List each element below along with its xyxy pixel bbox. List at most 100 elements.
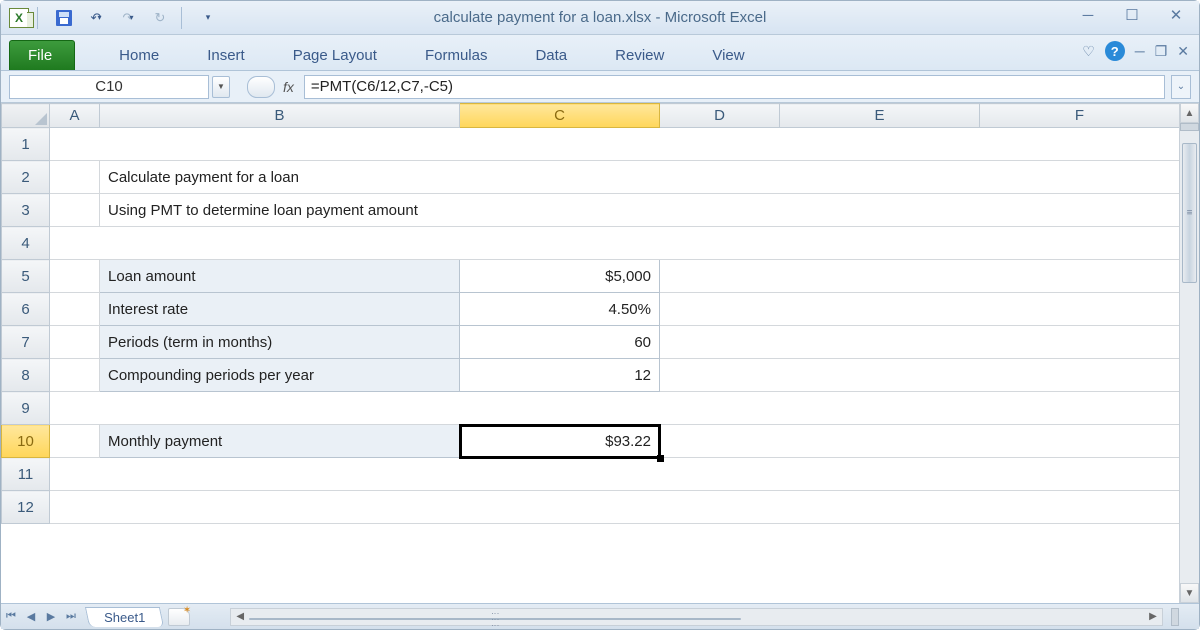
cell[interactable] bbox=[660, 425, 1180, 458]
maximize-button[interactable]: ☐ bbox=[1119, 5, 1145, 25]
scroll-down-button[interactable]: ▼ bbox=[1180, 583, 1199, 603]
scroll-left-button[interactable]: ◀ bbox=[231, 611, 249, 622]
workbook-minimize-button[interactable]: ─ bbox=[1135, 43, 1145, 59]
row-header-7[interactable]: 7 bbox=[2, 326, 50, 359]
minimize-button[interactable]: ─ bbox=[1075, 5, 1101, 25]
cell-value[interactable]: 4.50% bbox=[460, 293, 660, 326]
prev-sheet-button[interactable]: ◀ bbox=[21, 607, 41, 627]
cell-label[interactable]: Monthly payment bbox=[100, 425, 460, 458]
vertical-split-handle[interactable] bbox=[1180, 123, 1199, 131]
expand-formula-bar-button[interactable]: ⌄ bbox=[1171, 75, 1191, 99]
repeat-button[interactable]: ↻ bbox=[147, 6, 173, 30]
row-header-3[interactable]: 3 bbox=[2, 194, 50, 227]
cell-label[interactable]: Periods (term in months) bbox=[100, 326, 460, 359]
row-header-6[interactable]: 6 bbox=[2, 293, 50, 326]
name-box[interactable]: C10 ▼ bbox=[9, 75, 209, 99]
first-sheet-button[interactable]: ⏮ bbox=[1, 607, 21, 627]
horizontal-scrollbar[interactable]: ◀ ▶ bbox=[230, 608, 1163, 626]
col-header-C[interactable]: C bbox=[460, 104, 660, 128]
chevron-down-icon: ▾ bbox=[129, 13, 133, 22]
cell[interactable] bbox=[50, 161, 100, 194]
cell-label[interactable]: Compounding periods per year bbox=[100, 359, 460, 392]
ribbon: File Home Insert Page Layout Formulas Da… bbox=[1, 35, 1199, 71]
cancel-formula-button[interactable] bbox=[247, 76, 275, 98]
tab-view[interactable]: View bbox=[698, 41, 758, 70]
horizontal-scroll-thumb[interactable] bbox=[249, 618, 741, 620]
cell[interactable] bbox=[50, 425, 100, 458]
cell[interactable] bbox=[50, 260, 100, 293]
name-box-value: C10 bbox=[95, 78, 123, 95]
cell[interactable] bbox=[50, 128, 1180, 161]
cell[interactable] bbox=[50, 194, 100, 227]
redo-button[interactable]: ↷▾ bbox=[115, 6, 141, 30]
row-header-1[interactable]: 1 bbox=[2, 128, 50, 161]
cell-label[interactable]: Loan amount bbox=[100, 260, 460, 293]
file-tab[interactable]: File bbox=[9, 40, 75, 70]
qat-separator bbox=[181, 7, 187, 29]
new-sheet-button[interactable] bbox=[168, 608, 190, 626]
tab-review[interactable]: Review bbox=[601, 41, 678, 70]
spreadsheet-grid[interactable]: A B C D E F 1 2 Calculate payment for a l… bbox=[1, 103, 1179, 524]
scroll-up-button[interactable]: ▲ bbox=[1180, 103, 1199, 123]
cell[interactable] bbox=[50, 227, 1180, 260]
excel-logo-icon: X bbox=[9, 8, 29, 28]
close-button[interactable]: ✕ bbox=[1163, 5, 1189, 25]
qat-separator bbox=[37, 7, 43, 29]
cell[interactable] bbox=[50, 326, 100, 359]
cell-value[interactable]: 12 bbox=[460, 359, 660, 392]
col-header-D[interactable]: D bbox=[660, 104, 780, 128]
tab-data[interactable]: Data bbox=[521, 41, 581, 70]
cell-title[interactable]: Calculate payment for a loan bbox=[100, 161, 1180, 194]
col-header-A[interactable]: A bbox=[50, 104, 100, 128]
sheet-tab-active[interactable]: Sheet1 bbox=[85, 607, 164, 627]
last-sheet-button[interactable]: ⏭ bbox=[61, 607, 81, 627]
formula-text: =PMT(C6/12,C7,-C5) bbox=[311, 78, 453, 95]
cell[interactable] bbox=[660, 260, 1180, 293]
select-all-button[interactable] bbox=[2, 104, 50, 128]
worksheet-area: A B C D E F 1 2 Calculate payment for a l… bbox=[1, 103, 1199, 603]
cell-value[interactable]: $5,000 bbox=[460, 260, 660, 293]
cell[interactable] bbox=[50, 392, 1180, 425]
tab-home[interactable]: Home bbox=[105, 41, 173, 70]
col-header-E[interactable]: E bbox=[780, 104, 980, 128]
row-header-2[interactable]: 2 bbox=[2, 161, 50, 194]
fx-icon[interactable]: fx bbox=[283, 79, 294, 95]
row-header-12[interactable]: 12 bbox=[2, 491, 50, 524]
customize-qat-button[interactable]: ▾ bbox=[195, 6, 221, 30]
cell[interactable] bbox=[660, 293, 1180, 326]
cell[interactable] bbox=[660, 359, 1180, 392]
cell[interactable] bbox=[50, 491, 1180, 524]
help-button[interactable]: ? bbox=[1105, 41, 1125, 61]
formula-input[interactable]: =PMT(C6/12,C7,-C5) bbox=[304, 75, 1165, 99]
scroll-right-button[interactable]: ▶ bbox=[1144, 611, 1162, 622]
row-header-8[interactable]: 8 bbox=[2, 359, 50, 392]
save-button[interactable] bbox=[51, 6, 77, 30]
cell[interactable] bbox=[50, 359, 100, 392]
cell[interactable] bbox=[50, 293, 100, 326]
tab-formulas[interactable]: Formulas bbox=[411, 41, 502, 70]
cell[interactable] bbox=[50, 458, 1180, 491]
next-sheet-button[interactable]: ▶ bbox=[41, 607, 61, 627]
col-header-B[interactable]: B bbox=[100, 104, 460, 128]
minimize-ribbon-button[interactable]: ♡ bbox=[1082, 43, 1095, 60]
horizontal-split-handle[interactable] bbox=[1171, 608, 1179, 626]
vertical-scroll-thumb[interactable] bbox=[1182, 143, 1197, 283]
workbook-close-button[interactable]: ✕ bbox=[1177, 43, 1189, 60]
vertical-scrollbar[interactable]: ▲ ▼ bbox=[1179, 103, 1199, 603]
cell-subtitle[interactable]: Using PMT to determine loan payment amou… bbox=[100, 194, 1180, 227]
row-header-11[interactable]: 11 bbox=[2, 458, 50, 491]
cell-active[interactable]: $93.22 bbox=[460, 425, 660, 458]
tab-insert[interactable]: Insert bbox=[193, 41, 259, 70]
workbook-restore-button[interactable]: ❐ bbox=[1155, 43, 1168, 60]
cell[interactable] bbox=[660, 326, 1180, 359]
name-box-dropdown[interactable]: ▼ bbox=[212, 76, 230, 98]
row-header-10[interactable]: 10 bbox=[2, 425, 50, 458]
tab-page-layout[interactable]: Page Layout bbox=[279, 41, 391, 70]
row-header-9[interactable]: 9 bbox=[2, 392, 50, 425]
row-header-4[interactable]: 4 bbox=[2, 227, 50, 260]
col-header-F[interactable]: F bbox=[980, 104, 1180, 128]
cell-label[interactable]: Interest rate bbox=[100, 293, 460, 326]
cell-value[interactable]: 60 bbox=[460, 326, 660, 359]
row-header-5[interactable]: 5 bbox=[2, 260, 50, 293]
undo-button[interactable]: ↶▾ bbox=[83, 6, 109, 30]
